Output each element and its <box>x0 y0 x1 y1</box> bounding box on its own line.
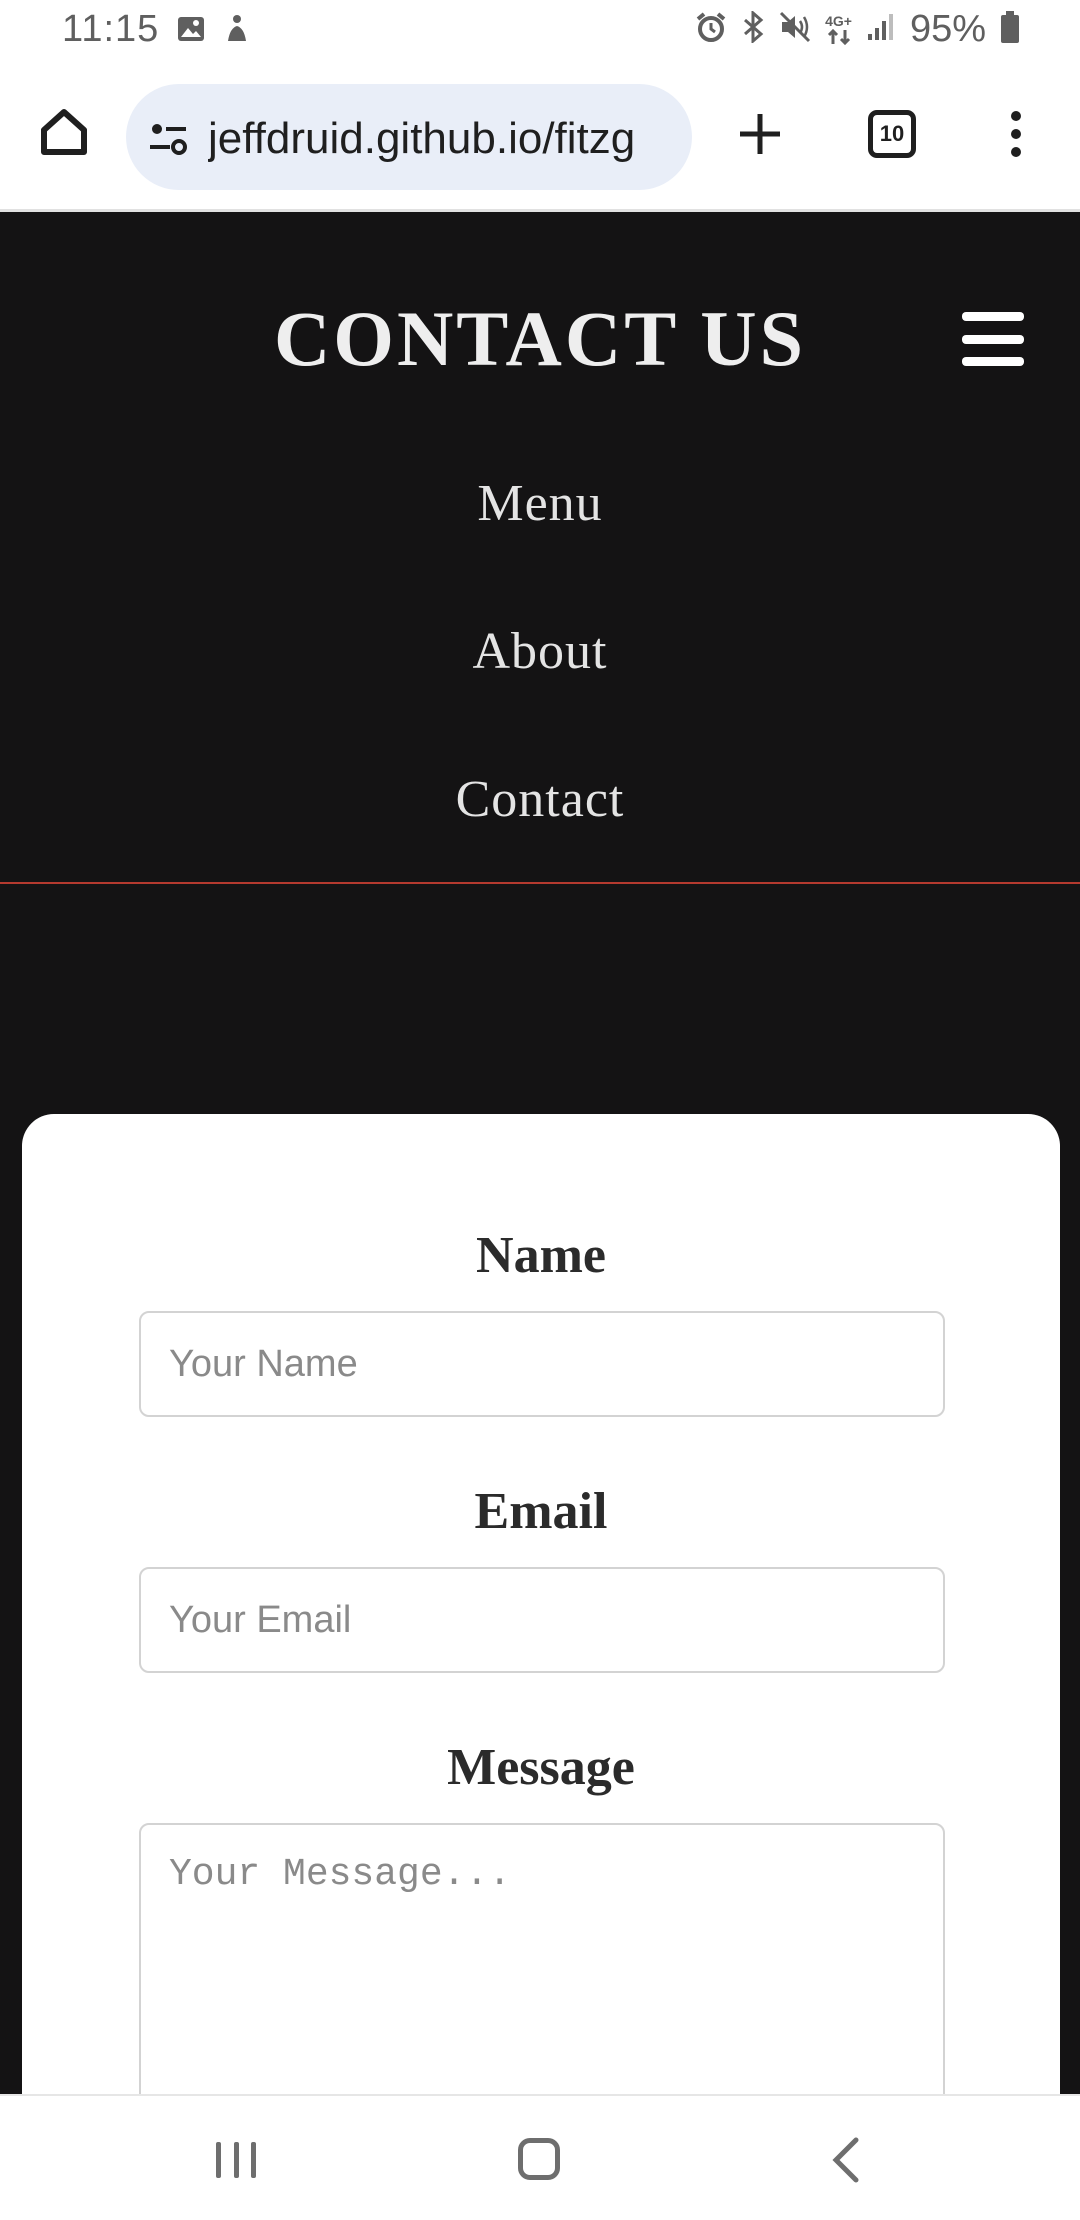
site-header: CONTACT US Menu About Contact <box>0 212 1080 884</box>
contact-form-card: Name Email Message <box>22 1114 1060 2220</box>
nav-link-contact[interactable]: Contact <box>0 770 1080 829</box>
address-bar[interactable]: jeffdruid.github.io/fitzg <box>126 84 692 190</box>
network-type: 4G+ <box>825 12 852 29</box>
status-left-icons <box>176 14 252 49</box>
name-label: Name <box>476 1227 606 1284</box>
mute-icon <box>779 11 811 48</box>
email-label: Email <box>474 1483 608 1540</box>
url-text[interactable]: jeffdruid.github.io/fitzg <box>208 114 678 164</box>
network-icon: 4G+ <box>825 14 852 46</box>
status-right-icons: 4G+ 95% <box>695 8 1020 51</box>
accessibility-icon <box>222 14 252 49</box>
alarm-icon <box>695 11 727 48</box>
status-time: 11:15 <box>62 8 160 50</box>
system-nav-bar <box>0 2094 1080 2220</box>
tab-count: 10 <box>879 121 905 146</box>
new-tab-icon[interactable] <box>736 110 784 158</box>
email-input[interactable] <box>139 1567 945 1673</box>
tab-switcher-button[interactable]: 10 <box>868 110 916 158</box>
page-title: CONTACT US <box>273 295 807 382</box>
system-home-icon[interactable] <box>518 2138 560 2180</box>
more-options-icon[interactable] <box>1004 110 1028 158</box>
hamburger-menu-icon[interactable] <box>962 312 1024 366</box>
recent-apps-icon[interactable] <box>216 2142 256 2178</box>
signal-icon <box>866 12 896 47</box>
site-settings-icon[interactable] <box>148 118 188 158</box>
name-input[interactable] <box>139 1311 945 1417</box>
nav-link-about[interactable]: About <box>0 622 1080 681</box>
bluetooth-icon <box>741 9 765 48</box>
battery-percent: 95% <box>909 8 986 50</box>
home-icon[interactable] <box>36 104 92 160</box>
message-label: Message <box>447 1739 635 1796</box>
battery-icon <box>1000 11 1020 48</box>
status-bar: 11:15 4G+ 95% <box>0 0 1080 64</box>
back-icon[interactable] <box>826 2136 866 2184</box>
browser-toolbar: jeffdruid.github.io/fitzg 10 <box>0 64 1080 212</box>
image-icon <box>176 14 206 49</box>
nav-link-menu[interactable]: Menu <box>0 474 1080 533</box>
